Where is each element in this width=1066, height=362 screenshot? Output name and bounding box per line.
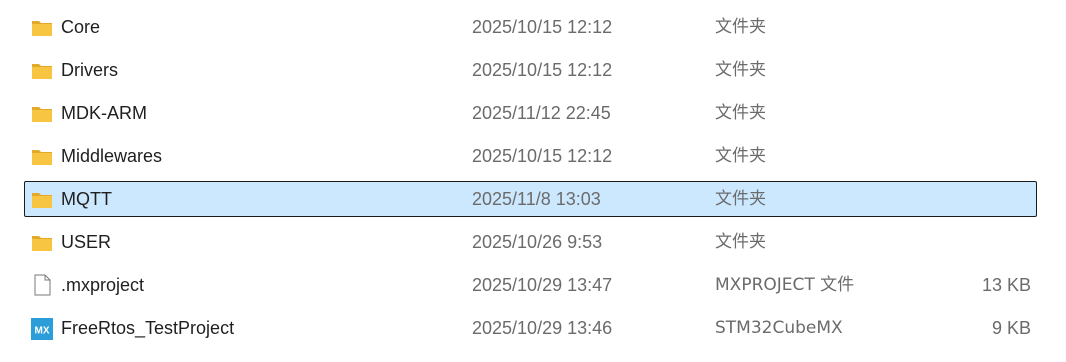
file-type: 文件夹 bbox=[715, 232, 766, 252]
file-date: 2025/10/15 12:12 bbox=[472, 17, 613, 37]
folder-icon bbox=[31, 147, 53, 167]
file-type: MXPROJECT 文件 bbox=[715, 275, 855, 295]
file-date: 2025/11/8 13:03 bbox=[472, 189, 601, 209]
file-row-mdk-arm[interactable]: MDK-ARM 2025/11/12 22:45 文件夹 bbox=[24, 95, 1037, 131]
file-date: 2025/10/15 12:12 bbox=[472, 146, 613, 166]
svg-text:MX: MX bbox=[35, 326, 50, 337]
file-name: USER bbox=[61, 232, 112, 252]
stm32cubemx-icon: MX bbox=[31, 318, 53, 340]
folder-icon bbox=[31, 18, 53, 38]
file-row-freertos-testproject[interactable]: MX FreeRtos_TestProject 2025/10/29 13:46… bbox=[24, 310, 1037, 346]
file-size: 9 KB bbox=[991, 318, 1031, 338]
file-type: 文件夹 bbox=[715, 103, 766, 123]
file-name: Core bbox=[61, 17, 101, 37]
file-name: Middlewares bbox=[61, 146, 163, 166]
file-list: Core 2025/10/15 12:12 文件夹 Drivers 2025/1… bbox=[0, 0, 1066, 362]
file-date: 2025/11/12 22:45 bbox=[472, 103, 611, 123]
file-row-drivers[interactable]: Drivers 2025/10/15 12:12 文件夹 bbox=[24, 52, 1037, 88]
file-name: .mxproject bbox=[61, 275, 145, 295]
file-type: 文件夹 bbox=[715, 146, 766, 166]
file-name: FreeRtos_TestProject bbox=[61, 318, 235, 338]
file-date: 2025/10/29 13:47 bbox=[472, 275, 613, 295]
file-date: 2025/10/26 9:53 bbox=[472, 232, 603, 252]
folder-icon bbox=[31, 233, 53, 253]
file-row-mqtt[interactable]: MQTT 2025/11/8 13:03 文件夹 bbox=[24, 181, 1037, 217]
file-row-core[interactable]: Core 2025/10/15 12:12 文件夹 bbox=[24, 9, 1037, 45]
folder-icon bbox=[31, 190, 53, 210]
file-type: 文件夹 bbox=[715, 60, 766, 80]
file-date: 2025/10/29 13:46 bbox=[472, 318, 613, 338]
file-type: STM32CubeMX bbox=[715, 318, 843, 338]
file-name: MDK-ARM bbox=[61, 103, 147, 123]
folder-icon bbox=[31, 104, 53, 124]
file-row-mxproject[interactable]: .mxproject 2025/10/29 13:47 MXPROJECT 文件… bbox=[24, 267, 1037, 303]
file-size: 13 KB bbox=[981, 275, 1031, 295]
folder-icon bbox=[31, 61, 53, 81]
file-date: 2025/10/15 12:12 bbox=[472, 60, 613, 80]
file-name: MQTT bbox=[61, 189, 112, 209]
file-row-middlewares[interactable]: Middlewares 2025/10/15 12:12 文件夹 bbox=[24, 138, 1037, 174]
file-row-user[interactable]: USER 2025/10/26 9:53 文件夹 bbox=[24, 224, 1037, 260]
file-type: 文件夹 bbox=[715, 189, 766, 209]
file-icon bbox=[31, 274, 53, 296]
file-type: 文件夹 bbox=[715, 17, 766, 37]
file-name: Drivers bbox=[61, 60, 118, 80]
